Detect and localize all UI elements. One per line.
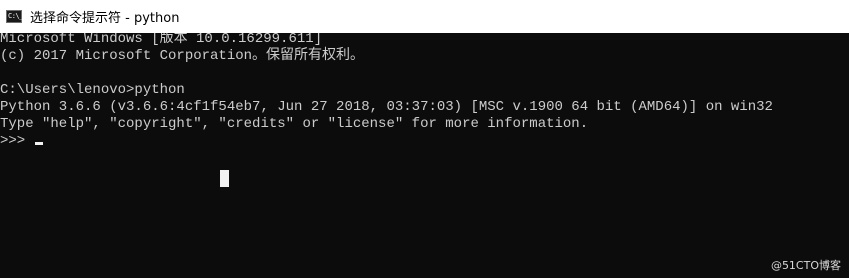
console-output[interactable]: Microsoft Windows [版本 10.0.16299.611] (c… [0, 33, 849, 278]
title-bar[interactable]: C:\_ 选择命令提示符 - python [0, 0, 849, 33]
command-prompt-icon-glyph: C:\_ [8, 12, 23, 20]
python-prompt: >>> [0, 133, 34, 149]
text-cursor [34, 142, 43, 145]
mouse-text-cursor [220, 170, 229, 187]
command-prompt-window: C:\_ 选择命令提示符 - python Microsoft Windows … [0, 0, 849, 278]
console-line-copyright: (c) 2017 Microsoft Corporation。保留所有权利。 [0, 48, 365, 64]
console-line-command: C:\Users\lenovo>python [0, 82, 185, 98]
window-title: 选择命令提示符 - python [30, 11, 180, 26]
console-line-python-banner: Python 3.6.6 (v3.6.6:4cf1f54eb7, Jun 27 … [0, 99, 773, 115]
console-line-prompt[interactable]: >>> [0, 133, 43, 150]
watermark: @51CTO博客 [770, 259, 841, 272]
console-line-version: Microsoft Windows [版本 10.0.16299.611] [0, 33, 323, 47]
console-line-help-hint: Type "help", "copyright", "credits" or "… [0, 116, 589, 132]
command-prompt-icon: C:\_ [6, 10, 23, 23]
